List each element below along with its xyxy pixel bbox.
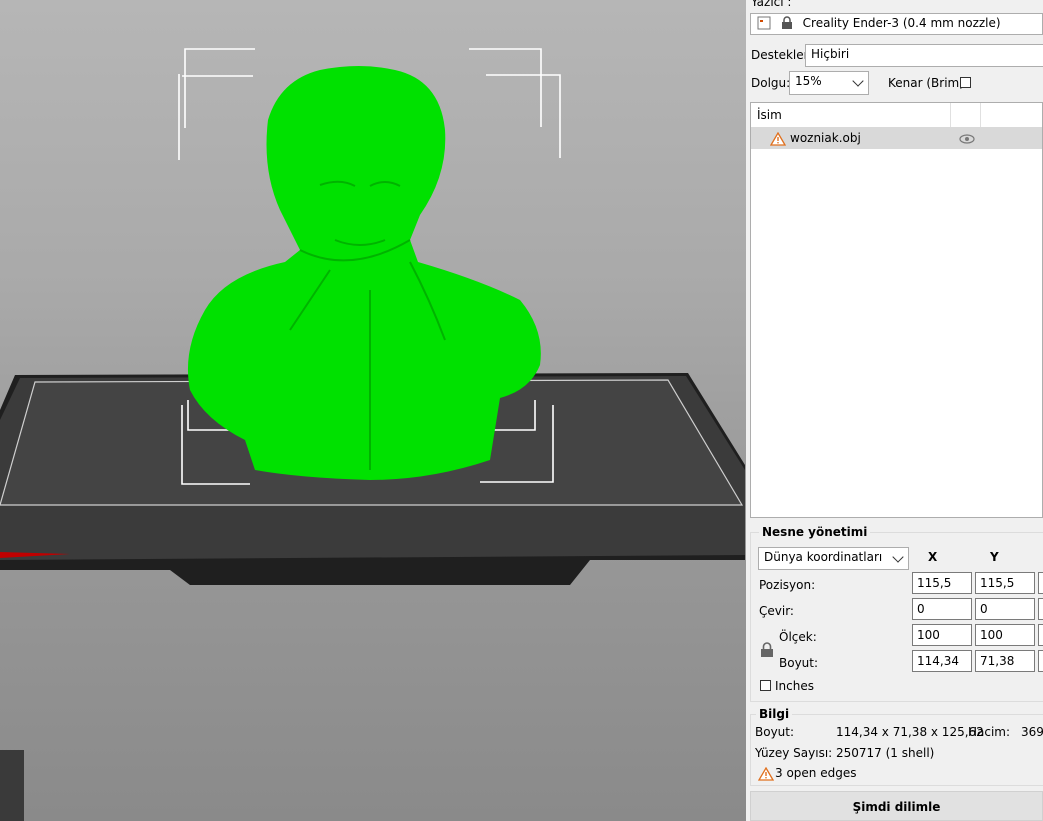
info-facets-value: 250717 (1 shell) [836,746,935,760]
printer-select[interactable]: Creality Ender-3 (0.4 mm nozzle) [750,13,1043,35]
rotation-x-field[interactable]: 0 [912,598,972,620]
object-list-header: İsim [751,103,1042,128]
sidebar: Yazıcı : Creality Ender-3 (0.4 mm nozzle… [746,0,1043,821]
inches-checkbox[interactable] [760,680,771,691]
info-facets-label: Yüzey Sayısı: [755,746,833,760]
rotation-label: Çevir: [759,604,794,618]
rotation-y-field[interactable]: 0 [975,598,1035,620]
position-label: Pozisyon: [759,578,816,592]
coordinate-mode-value: Dünya koordinatları [764,550,883,564]
supports-label: Destekler: [751,48,813,62]
scale-z-field[interactable] [1038,624,1043,646]
infill-value: 15% [795,74,822,88]
slice-now-button[interactable]: Şimdi dilimle [750,791,1043,821]
scale-label: Ölçek: [779,630,817,644]
layer-slider-handle[interactable] [0,750,24,821]
size-x-field[interactable]: 114,34 [912,650,972,672]
3d-viewport[interactable] [0,0,746,821]
warning-icon [758,767,774,781]
coordinate-mode-select[interactable]: Dünya koordinatları [758,547,909,570]
eye-icon[interactable] [959,134,975,144]
printer-value: Creality Ender-3 (0.4 mm nozzle) [802,16,1001,30]
list-item[interactable]: wozniak.obj [751,128,1042,149]
info-title: Bilgi [756,707,793,721]
column-name-header[interactable]: İsim [757,108,782,122]
lock-icon[interactable] [760,642,774,658]
size-label: Boyut: [779,656,819,670]
info-volume-label: Hacim: [968,725,1011,739]
infill-select[interactable]: 15% [789,71,869,95]
object-name: wozniak.obj [790,131,861,145]
scale-x-field[interactable]: 100 [912,624,972,646]
scale-y-field[interactable]: 100 [975,624,1035,646]
inches-label: Inches [775,679,814,693]
object-manipulation-title: Nesne yönetimi [759,525,871,539]
size-y-field[interactable]: 71,38 [975,650,1035,672]
size-z-field[interactable] [1038,650,1043,672]
info-size-label: Boyut: [755,725,795,739]
info-size-value: 114,34 x 71,38 x 125,62 [836,725,984,739]
lock-icon [781,16,792,29]
printer-label: Yazıcı : [751,0,792,9]
scene [0,48,745,585]
info-warning-text[interactable]: 3 open edges [775,766,856,780]
object-list[interactable]: İsim wozniak.obj [750,102,1043,518]
infill-label: Dolgu: [751,76,791,90]
position-x-field[interactable]: 115,5 [912,572,972,594]
chevron-down-icon [892,551,904,563]
printer-settings-icon [757,16,771,30]
column-x-header: X [928,550,938,564]
column-y-header: Y [990,550,999,564]
position-y-field[interactable]: 115,5 [975,572,1035,594]
brim-checkbox[interactable] [960,77,971,88]
position-z-field[interactable] [1038,572,1043,594]
supports-select[interactable]: Hiçbiri [805,44,1043,67]
brim-label: Kenar (Brim): [888,76,968,90]
info-volume-value: 3690 [1021,725,1043,739]
supports-value: Hiçbiri [811,47,850,61]
rotation-z-field[interactable] [1038,598,1043,620]
model-bust [187,66,541,480]
chevron-down-icon [852,75,864,87]
warning-icon [770,132,786,146]
